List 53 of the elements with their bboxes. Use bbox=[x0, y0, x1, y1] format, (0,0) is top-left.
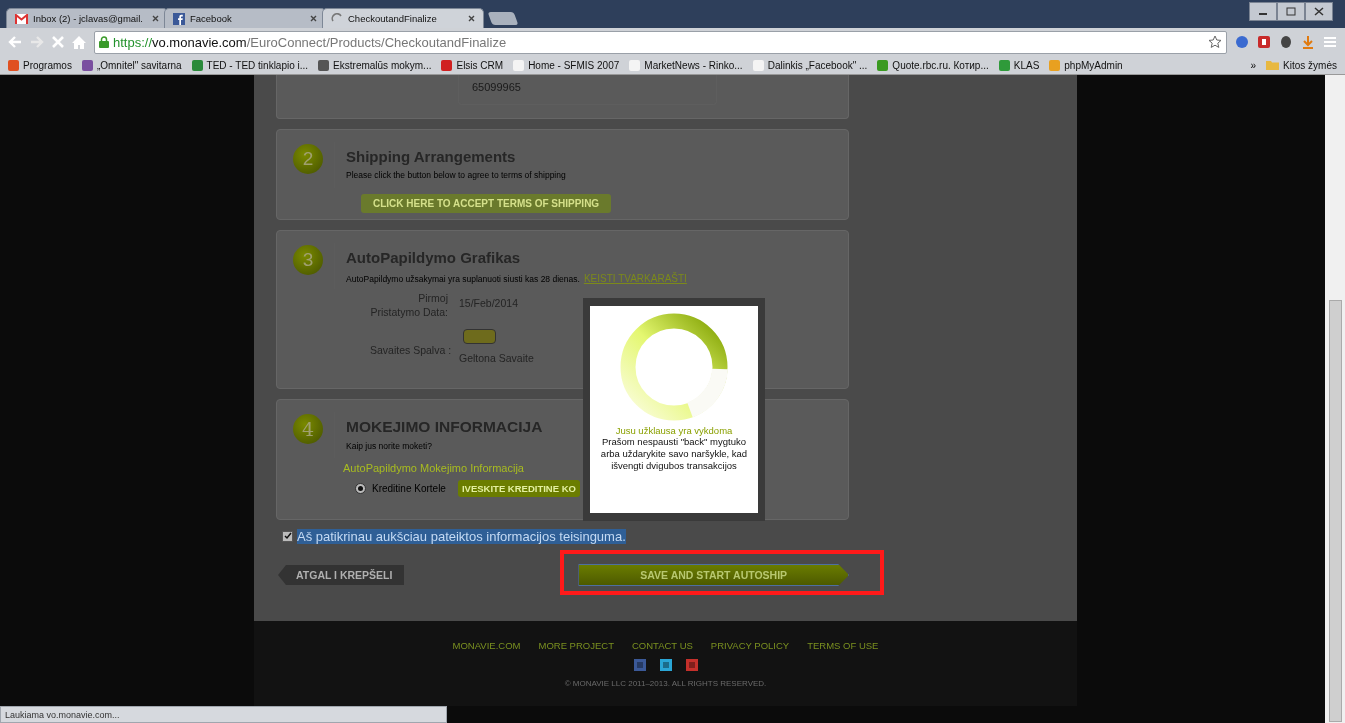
extension-icon[interactable] bbox=[1235, 35, 1249, 49]
star-icon[interactable] bbox=[1208, 35, 1222, 49]
section-subtitle: Please click the button below to agree to terms of shipping bbox=[346, 170, 566, 180]
bookmark[interactable]: MarketNews - Rinko... bbox=[629, 59, 743, 71]
enter-card-button[interactable]: IVESKITE KREDITINE KO bbox=[457, 480, 580, 497]
section-heading: AutoPapildymo Mokejimo Informacija bbox=[343, 462, 524, 474]
radio-button[interactable] bbox=[355, 483, 366, 494]
browser-tab[interactable]: CheckoutandFinalize bbox=[322, 8, 484, 28]
status-bar: Laukiama vo.monavie.com... bbox=[0, 706, 447, 723]
bookmark[interactable]: phpMyAdmin bbox=[1049, 59, 1123, 71]
bookmark[interactable]: Ekstremalūs mokym... bbox=[318, 59, 432, 71]
close-icon[interactable] bbox=[310, 15, 317, 22]
maximize-icon bbox=[1286, 7, 1296, 16]
section-subtitle: AutoPapildymo užsakymai yra suplanuoti siusti kas 28 dienas. bbox=[346, 274, 580, 284]
back-to-cart-button[interactable]: ATGAL I KREPŠELI bbox=[278, 565, 405, 585]
footer-link[interactable]: PRIVACY POLICY bbox=[710, 640, 790, 651]
extension-icon[interactable] bbox=[1257, 35, 1271, 49]
bookmark[interactable]: TED - TED tinklapio i... bbox=[191, 59, 309, 71]
step-number: 2 bbox=[293, 144, 323, 174]
dialog-title: Jusu užklausa yra vykdoma bbox=[615, 425, 733, 436]
footer-link[interactable]: CONTACT US bbox=[631, 640, 693, 651]
bookmark[interactable]: Dalinkis „Facebook" ... bbox=[752, 59, 868, 71]
footer-link[interactable]: MORE PROJECT bbox=[538, 640, 614, 651]
close-icon[interactable] bbox=[152, 15, 159, 22]
scrollbar[interactable] bbox=[1325, 75, 1345, 723]
spinner-icon bbox=[620, 313, 728, 421]
footer-link[interactable]: MONAVIE.COM bbox=[452, 640, 521, 651]
bookmark-folder[interactable]: Kitos žymės bbox=[1266, 59, 1337, 71]
overflow-chevron[interactable]: » bbox=[1250, 59, 1257, 71]
confirm-label: Aš patikrinau aukšciau pateiktos informacijos teisinguma. bbox=[297, 528, 626, 544]
close-icon[interactable] bbox=[468, 15, 475, 22]
step-number: 3 bbox=[293, 245, 323, 275]
new-tab-button[interactable] bbox=[487, 12, 519, 25]
step-number: 4 bbox=[293, 414, 323, 444]
copyright: © MONAVIE LLC 2011–2013. ALL RIGHTS RESERVED. bbox=[564, 679, 767, 688]
address-bar[interactable]: https://vo.monavie.com/EuroConnect/Products/CheckoutandFinalize bbox=[94, 30, 1227, 54]
option-label: Kreditine Kortele bbox=[372, 483, 446, 494]
dialog-message: Prašom nespausti "back" mygtuko arba uždarykite savo naršykle, kad išvengti dvigubos transakcijos bbox=[599, 436, 749, 472]
bookmark[interactable]: Home - SFMIS 2007 bbox=[513, 59, 620, 71]
folder-icon bbox=[1266, 60, 1280, 70]
close-button[interactable] bbox=[1305, 2, 1333, 21]
mail-icon bbox=[15, 13, 28, 24]
footer-link[interactable]: TERMS OF USE bbox=[807, 640, 879, 651]
section-subtitle: Kaip jus norite moketi? bbox=[346, 441, 433, 451]
bookmark[interactable]: „Omnitel" savitarna bbox=[81, 59, 182, 71]
bookmark[interactable]: Programos bbox=[8, 59, 72, 71]
minimize-button[interactable] bbox=[1249, 2, 1277, 21]
close-icon bbox=[1314, 7, 1324, 16]
bookmark[interactable]: Quote.rbc.ru. Котир... bbox=[877, 59, 989, 71]
bookmark[interactable]: Elsis CRM bbox=[441, 59, 504, 71]
bookmark[interactable]: KLAS bbox=[998, 59, 1040, 71]
checkbox[interactable] bbox=[282, 530, 293, 542]
lock-icon bbox=[99, 36, 109, 48]
